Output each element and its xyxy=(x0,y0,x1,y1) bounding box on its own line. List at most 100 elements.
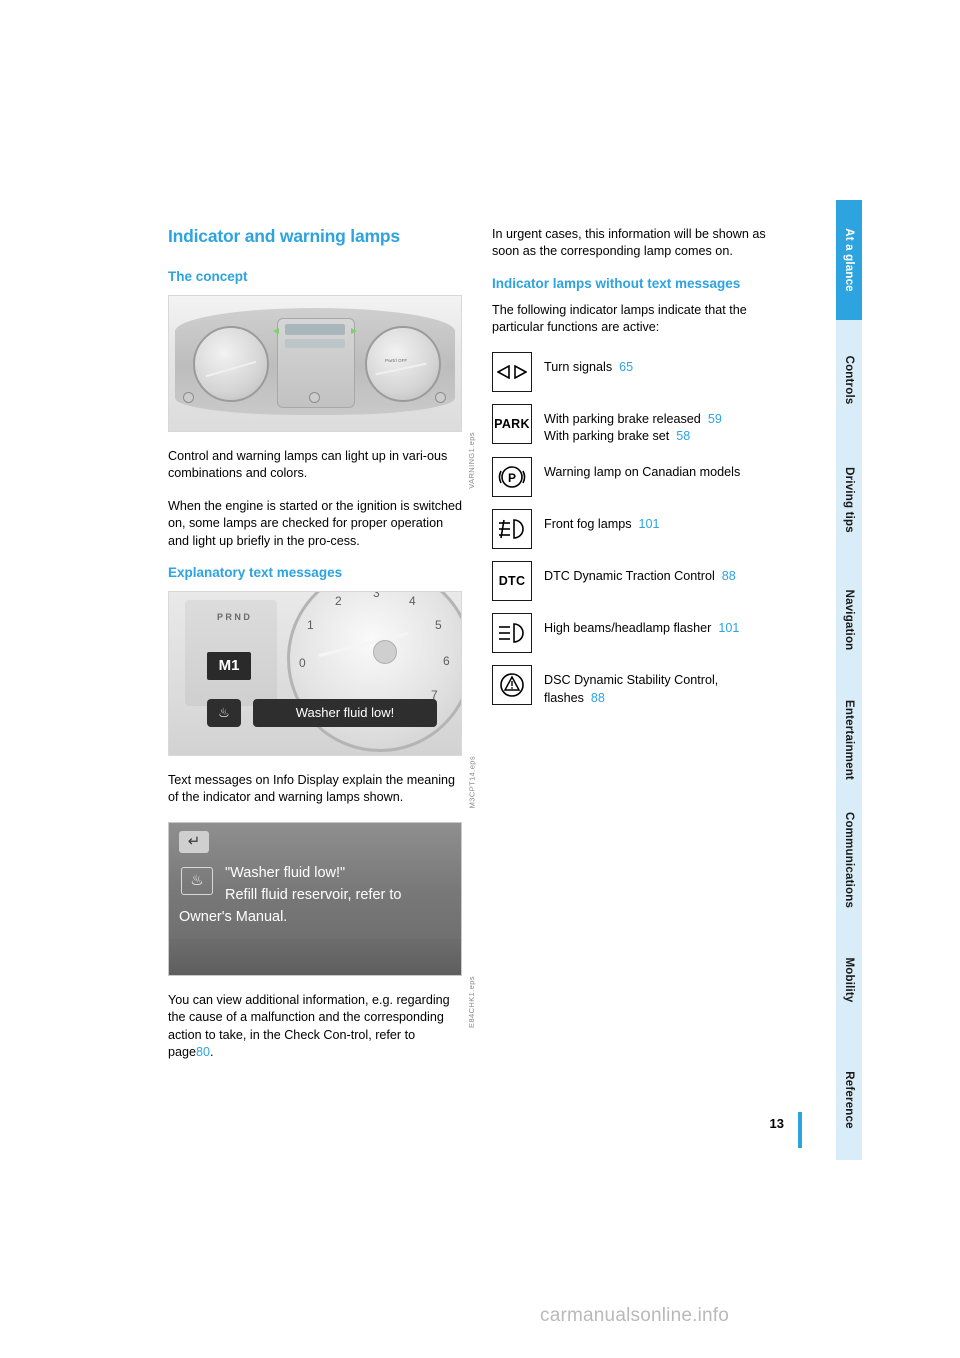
section-tab-rail: At a glance Controls Driving tips Naviga… xyxy=(836,200,862,1160)
row-text: High beams/headlamp flasher 101 xyxy=(544,613,739,637)
parking-brake-p-circle-icon: P xyxy=(492,457,532,498)
page-number-accent-bar xyxy=(798,1112,802,1148)
row-label-2: With parking brake set xyxy=(544,429,670,444)
row-label-2: flashes xyxy=(544,690,584,705)
paragraph-check-control: You can view additional information, e.g… xyxy=(168,992,464,1062)
sidebar-item-driving-tips[interactable]: Driving tips xyxy=(836,440,862,560)
tab-label: Entertainment xyxy=(843,700,855,780)
row-text: DTC Dynamic Traction Control 88 xyxy=(544,561,736,585)
instrument-cluster-photo: Pwrtrl OFF xyxy=(168,295,462,432)
row-label: With parking brake released xyxy=(544,411,701,426)
sidebar-item-at-a-glance[interactable]: At a glance xyxy=(836,200,862,320)
right-column: In urgent cases, this information will b… xyxy=(492,226,792,719)
display-line-3: Owner's Manual. xyxy=(179,908,288,925)
figure-washer-fluid-cluster: P R N D M1 0 1 2 3 4 5 6 7 ♨ Washer flui… xyxy=(168,591,476,808)
high-beam-icon xyxy=(492,613,532,654)
sidebar-item-controls[interactable]: Controls xyxy=(836,320,862,440)
tab-label: At a glance xyxy=(843,228,855,292)
washer-fluid-glyph: ♨ xyxy=(218,705,230,721)
row-label: Front fog lamps xyxy=(544,517,632,532)
paragraph-concept-1: Control and warning lamps can light up i… xyxy=(168,449,448,481)
section-heading-indicator-lamps: Indicator lamps without text messages xyxy=(492,275,741,291)
figure-info-display: ↵ ♨ "Washer fluid low!" Refill fluid res… xyxy=(168,821,476,1028)
svg-text:P: P xyxy=(508,471,516,485)
dtc-text-icon: DTC xyxy=(492,561,532,602)
table-row: Front fog lamps 101 xyxy=(492,509,792,550)
sidebar-item-navigation[interactable]: Navigation xyxy=(836,560,862,680)
tab-label: Navigation xyxy=(843,589,855,651)
table-row: P Warning lamp on Canadian models xyxy=(492,457,792,498)
gear-badge: M1 xyxy=(207,652,251,681)
tab-label: Communications xyxy=(843,811,855,909)
display-line-2: Refill fluid reservoir, refer to xyxy=(225,886,402,903)
dsc-triangle-icon xyxy=(492,665,532,706)
paragraph-urgent-cases: In urgent cases, this information will b… xyxy=(492,227,766,259)
page-number: 13 xyxy=(769,1116,784,1131)
row-text: Turn signals 65 xyxy=(544,352,633,376)
row-text: DSC Dynamic Stability Control, flashes 8… xyxy=(544,665,718,707)
indicator-lamp-row-bottom xyxy=(285,339,345,348)
figure3-code: E84CHK1.eps xyxy=(467,975,476,1028)
turn-signal-arrows-icon xyxy=(492,351,532,392)
row-label: High beams/headlamp flasher xyxy=(544,621,712,636)
row-page: 88 xyxy=(721,569,736,584)
row-label: DTC Dynamic Traction Control xyxy=(544,569,715,584)
check-control-page-ref: 80 xyxy=(196,1045,211,1060)
row-page: 101 xyxy=(718,621,740,636)
sidebar-item-entertainment[interactable]: Entertainment xyxy=(836,680,862,800)
paragraph-following-lamps: The following indicator lamps indicate t… xyxy=(492,302,747,335)
table-row: High beams/headlamp flasher 101 xyxy=(492,613,792,654)
row-page-2: 58 xyxy=(676,429,691,444)
figure1-code: VARNING1.eps xyxy=(467,432,476,489)
row-label: Warning lamp on Canadian models xyxy=(544,465,741,480)
dtc-label: DTC xyxy=(498,574,526,589)
tab-label: Mobility xyxy=(843,957,855,1003)
section-heading-explanatory-text: Explanatory text messages xyxy=(168,565,343,581)
fuel-gauge-icon xyxy=(183,392,194,403)
indicator-lamp-row-top xyxy=(285,324,345,335)
prnd-indicator: P R N D xyxy=(217,612,250,623)
row-page: 59 xyxy=(707,411,722,426)
washer-fluid-symbol-icon: ♨ xyxy=(181,866,213,895)
park-label: PARK xyxy=(494,416,530,431)
sidebar-item-communications[interactable]: Communications xyxy=(836,800,862,920)
row-text: Warning lamp on Canadian models xyxy=(544,457,740,481)
park-text-icon: PARK xyxy=(492,403,532,444)
row-label: DSC Dynamic Stability Control, xyxy=(544,673,719,688)
row-page: 65 xyxy=(619,359,634,374)
indicator-lamp-table: Turn signals 65 PARK With parking brake … xyxy=(492,351,792,708)
row-page-2: 88 xyxy=(590,690,605,705)
reset-button-icon xyxy=(309,392,320,403)
figure2-code: M3CPT14.eps xyxy=(467,756,476,809)
check-control-text-b: . xyxy=(210,1045,214,1060)
washer-fluid-photo: P R N D M1 0 1 2 3 4 5 6 7 ♨ Washer flui… xyxy=(168,591,462,757)
table-row: DTC DTC Dynamic Traction Control 88 xyxy=(492,561,792,602)
display-line-1: "Washer fluid low!" xyxy=(225,864,346,881)
paragraph-text-messages: Text messages on Info Display explain th… xyxy=(168,773,456,805)
paragraph-concept-2: When the engine is started or the igniti… xyxy=(168,498,463,548)
tab-label: Controls xyxy=(843,355,855,405)
page-title: Indicator and warning lamps xyxy=(168,226,400,246)
section-heading-the-concept: The concept xyxy=(168,269,248,284)
tab-label: Driving tips xyxy=(843,467,855,533)
tachometer-gauge-icon xyxy=(193,326,269,402)
tab-label: Reference xyxy=(843,1071,855,1129)
row-text: With parking brake released 59 With park… xyxy=(544,404,722,446)
tachometer-hub xyxy=(373,640,397,665)
display-bottom-bar xyxy=(169,938,461,975)
sidebar-item-reference[interactable]: Reference xyxy=(836,1040,862,1160)
info-display-photo: ↵ ♨ "Washer fluid low!" Refill fluid res… xyxy=(168,821,462,976)
table-row: PARK With parking brake released 59 With… xyxy=(492,403,792,446)
tachometer-large-icon xyxy=(287,592,461,753)
speedometer-gauge-icon xyxy=(365,326,441,402)
table-row: Turn signals 65 xyxy=(492,351,792,392)
front-fog-lamp-icon xyxy=(492,509,532,550)
row-page: 101 xyxy=(638,517,660,532)
manual-page: Indicator and warning lamps The concept … xyxy=(0,0,960,1358)
table-row: DSC Dynamic Stability Control, flashes 8… xyxy=(492,665,792,707)
info-display-message: Washer fluid low! xyxy=(253,699,437,728)
sidebar-item-mobility[interactable]: Mobility xyxy=(836,920,862,1040)
temp-gauge-icon xyxy=(435,392,446,403)
row-label: Turn signals xyxy=(544,359,613,374)
row-text: Front fog lamps 101 xyxy=(544,509,660,533)
